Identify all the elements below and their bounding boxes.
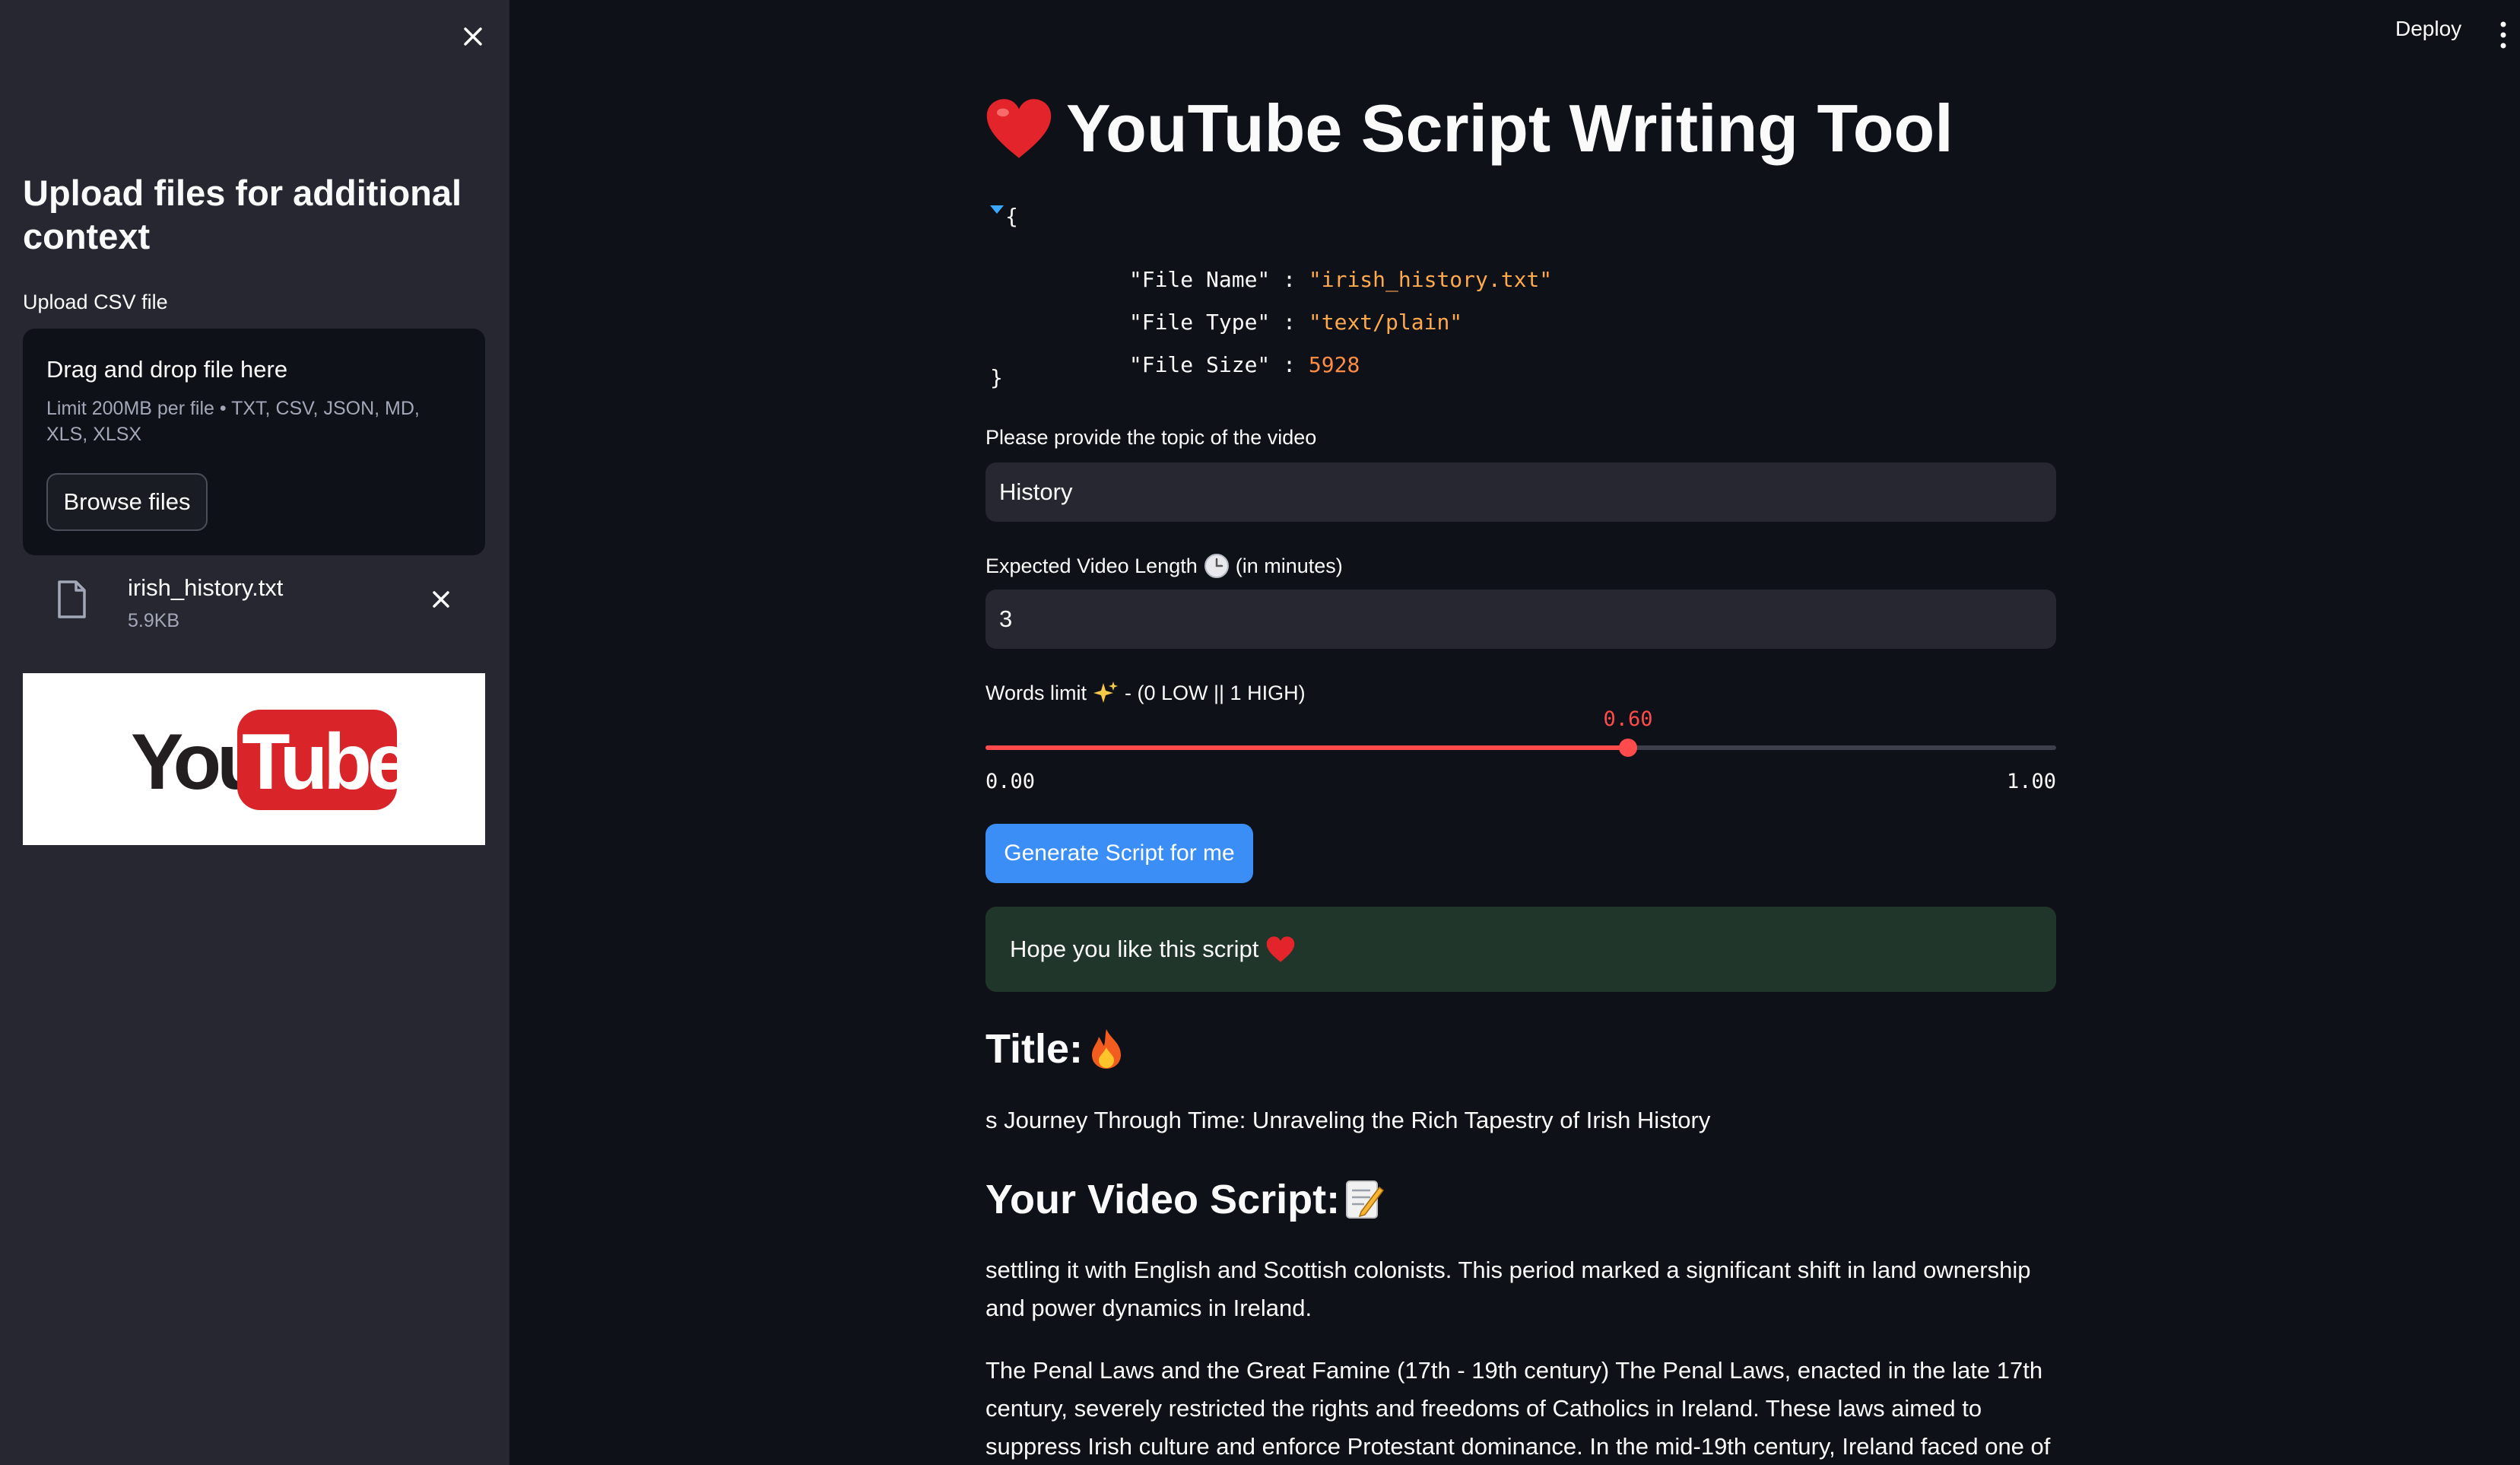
topic-label: Please provide the topic of the video [985,426,1316,450]
topic-label-text: Please provide the topic of the video [985,426,1317,449]
page-title: YouTube Script Writing Tool [985,90,1953,167]
vertical-dots-icon[interactable] [2496,20,2511,50]
script-heading: Your Video Script: [985,1176,1385,1223]
slider-thumb[interactable] [1619,739,1637,757]
words-limit-label-suffix: - (0 LOW || 1 HIGH) [1125,681,1306,704]
title-heading: Title: [985,1025,1125,1073]
fire-icon [1092,1029,1122,1069]
slider-min-label: 0.00 [985,770,1036,793]
json-value: 5928 [1308,352,1360,377]
length-label: Expected Video Length (in minutes) [985,553,1343,579]
sidebar-close-button[interactable] [456,20,490,53]
json-close-brace: } [990,365,1003,390]
words-limit-label: Words limit - (0 LOW || 1 HIGH) [985,680,1306,706]
file-name: irish_history.txt [128,574,284,601]
deploy-button[interactable]: Deploy [2395,17,2461,41]
remove-file-button[interactable] [424,583,458,616]
slider-value-label: 0.60 [1603,707,1653,731]
page-title-text: YouTube Script Writing Tool [1066,91,1953,166]
close-icon [433,591,449,608]
script-paragraph: settling it with English and Scottish co… [985,1257,2031,1321]
logo-tube-text: Tube [242,718,409,806]
upload-label: Upload CSV file [23,291,168,313]
words-limit-slider[interactable]: 0.60 0.00 1.00 [985,707,2056,793]
json-open-brace: { [1005,204,1018,229]
memo-icon [1346,1181,1385,1219]
success-message: Hope you like this script [1010,936,1259,962]
length-label-prefix: Expected Video Length [985,554,1198,577]
sparkles-icon [1093,682,1119,703]
uploaded-file: irish_history.txt 5.9KB [23,572,485,636]
youtube-logo-image: You Tube [23,673,485,845]
browse-files-button[interactable]: Browse files [46,473,208,531]
close-icon [464,27,482,46]
json-collapse-toggle[interactable] [990,205,1004,214]
topic-input[interactable] [985,462,2056,522]
words-limit-label-prefix: Words limit [985,681,1087,704]
sidebar: Upload files for additional context Uplo… [0,0,509,1465]
video-length-input[interactable] [985,589,2056,649]
slider-max-label: 1.00 [2006,770,2056,793]
generate-script-button[interactable]: Generate Script for me [985,824,1253,883]
sidebar-header: Upload files for additional context [23,173,462,256]
length-label-suffix: (in minutes) [1235,554,1343,577]
clock-icon [1204,554,1229,578]
json-key: "File Size" [1128,352,1271,377]
app-root: Upload files for additional context Uplo… [0,0,2520,1465]
script-title-text: s Journey Through Time: Unraveling the R… [985,1107,1711,1133]
title-heading-text: Title: [985,1026,1084,1072]
success-alert: Hope you like this script [985,907,2056,992]
file-size: 5.9KB [128,610,180,631]
heart-icon [986,99,1052,158]
heart-icon [1267,936,1295,962]
dropzone-title: Drag and drop file here [46,356,288,383]
dropzone-limit: Limit 200MB per file • TXT, CSV, JSON, M… [46,398,420,445]
slider-fill [985,745,1628,750]
script-paragraph: The Penal Laws and the Great Famine (17t… [985,1357,2051,1460]
file-dropzone[interactable]: Drag and drop file here Limit 200MB per … [23,329,485,555]
script-heading-text: Your Video Script: [985,1177,1341,1222]
file-icon [58,580,86,618]
json-entry: "File Size" : 5928 [1128,352,1360,377]
youtube-logo: You Tube [131,710,414,810]
